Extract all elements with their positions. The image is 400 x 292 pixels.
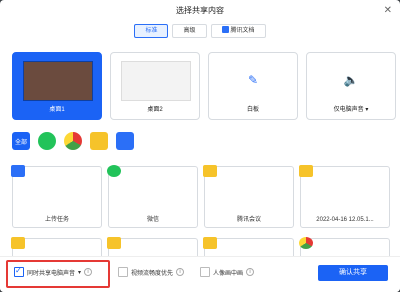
share-target-label: 桌面1: [49, 107, 65, 113]
filter-all-button[interactable]: 全部: [12, 132, 30, 150]
video-smooth-checkbox[interactable]: [118, 267, 128, 277]
dialog-title: 选择共享内容: [176, 6, 224, 15]
window-tencent-meeting[interactable]: 腾讯会议: [203, 165, 294, 228]
chrome-icon: [299, 237, 313, 249]
share-target-label-text: 仅电脑声音: [333, 107, 364, 113]
share-target-label: 桌面2: [147, 107, 163, 113]
share-options-bar: 同时共享电脑声音 ▾ i 视频流畅度优先 i 人像画中画 i 确认共享: [0, 256, 400, 292]
tab-label: 高级: [183, 28, 196, 34]
wechat-icon[interactable]: [38, 132, 56, 150]
folder-icon: [203, 237, 217, 249]
tab-label: 标准: [145, 28, 158, 34]
option-portrait[interactable]: 人像画中画 i: [200, 267, 255, 277]
close-icon[interactable]: ✕: [384, 0, 392, 22]
desktop-thumbnail: [23, 61, 93, 101]
option-label: 视频流畅度优先: [131, 270, 174, 277]
window-grid: 上传任务 微信 腾讯会议 2022-04-16 12.05.1...: [11, 165, 390, 263]
info-icon[interactable]: i: [176, 268, 185, 276]
window-label: 2022-04-16 12.05.1...: [316, 217, 374, 223]
share-sound-checkbox[interactable]: [14, 266, 24, 277]
folder-icon: [203, 165, 217, 177]
caret-down-icon[interactable]: ▾: [365, 107, 368, 113]
notes-icon: [11, 165, 25, 177]
share-target-computer-audio[interactable]: 🔈 仅电脑声音 ▾: [306, 52, 396, 120]
chrome-icon[interactable]: [64, 132, 82, 150]
share-target-desktop-1[interactable]: 桌面1: [12, 52, 102, 120]
pen-icon: ✎: [247, 73, 259, 87]
speaker-icon: 🔈: [343, 73, 359, 87]
folder-icon: [107, 237, 121, 249]
share-target-desktop-2[interactable]: 桌面2: [110, 52, 200, 120]
dialog-titlebar: 选择共享内容 ✕: [0, 0, 400, 22]
share-target-label: 白板: [246, 107, 259, 113]
option-share-sound[interactable]: 同时共享电脑声音 ▾ i: [14, 266, 93, 277]
info-icon[interactable]: i: [84, 268, 93, 276]
tab-standard[interactable]: 标准: [134, 24, 169, 38]
folder-icon[interactable]: [90, 132, 108, 150]
notes-icon[interactable]: [116, 132, 134, 150]
share-content-dialog: 选择共享内容 ✕ 标准 高级 腾讯文档 桌面1 桌面2 ✎ 白板 🔈 仅电脑声音…: [0, 0, 400, 292]
tab-tencent-docs[interactable]: 腾讯文档: [210, 24, 266, 38]
folder-icon: [299, 165, 313, 177]
confirm-share-button[interactable]: 确认共享: [318, 265, 388, 281]
option-label: 同时共享电脑声音: [27, 270, 76, 277]
filter-all-label: 全部: [14, 139, 27, 146]
window-label: 腾讯会议: [236, 217, 261, 223]
caret-down-icon[interactable]: ▾: [78, 269, 81, 276]
window-label: 上传任务: [44, 217, 69, 223]
info-icon[interactable]: i: [246, 268, 255, 276]
tab-advanced[interactable]: 高级: [172, 24, 207, 38]
share-targets: 桌面1 桌面2 ✎ 白板 🔈 仅电脑声音 ▾: [12, 52, 396, 120]
share-mode-tabs: 标准 高级 腾讯文档: [0, 24, 400, 38]
window-wechat[interactable]: 微信: [107, 165, 198, 228]
tab-label: 腾讯文档: [230, 28, 255, 34]
portrait-checkbox[interactable]: [200, 267, 210, 277]
share-target-label: 仅电脑声音 ▾: [307, 104, 395, 113]
wechat-icon: [107, 165, 121, 177]
app-filter-bar: 全部: [12, 132, 134, 150]
option-video-smooth[interactable]: 视频流畅度优先 i: [118, 267, 185, 277]
window-folder-2022-04-16[interactable]: 2022-04-16 12.05.1...: [299, 165, 390, 228]
desktop-thumbnail: [121, 61, 191, 101]
option-label: 人像画中画: [213, 270, 244, 277]
tencent-docs-icon: [221, 26, 229, 33]
folder-icon: [11, 237, 25, 249]
share-target-whiteboard[interactable]: ✎ 白板: [208, 52, 298, 120]
window-upload-task[interactable]: 上传任务: [11, 165, 102, 228]
window-label: 微信: [146, 217, 159, 223]
